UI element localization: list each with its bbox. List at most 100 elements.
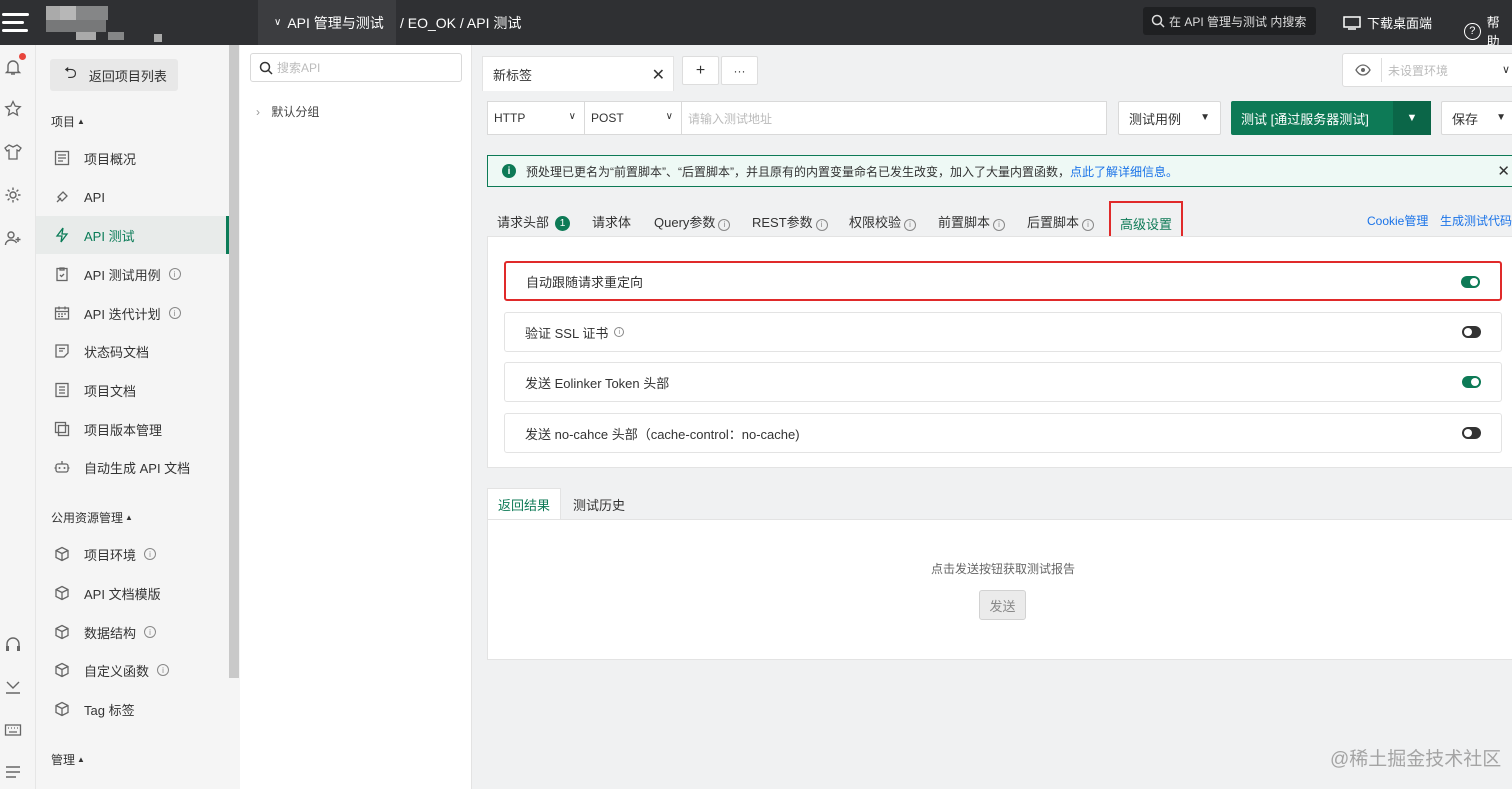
tab-request-headers[interactable]: 请求头部 1 <box>497 212 571 231</box>
notice-link[interactable]: 点此了解详细信息。 <box>1070 163 1178 180</box>
run-test-button[interactable]: 测试 [通过服务器测试] ▼ <box>1231 101 1431 135</box>
save-button[interactable]: 保存 ▼ <box>1441 101 1512 135</box>
keyboard-icon[interactable] <box>4 721 22 739</box>
close-icon[interactable]: ✕ <box>1497 162 1510 180</box>
chevron-down-icon: ∨ <box>665 111 673 122</box>
sidebar-item-auto-generate-docs[interactable]: 自动生成 API 文档 <box>36 448 229 486</box>
add-tab-button[interactable]: + <box>682 56 719 85</box>
environment-select[interactable]: 未设置环境 ∨ <box>1342 53 1512 87</box>
doc-edit-icon <box>55 344 69 358</box>
tab-new[interactable]: 新标签 ✕ <box>482 56 674 91</box>
setting-label: 发送 no-cahce 头部（cache-control：no-cache) <box>525 426 800 442</box>
sidebar-item-project-env[interactable]: 项目环境 i <box>36 535 229 573</box>
eye-icon <box>1355 64 1371 76</box>
tab-post-script[interactable]: 后置脚本 i <box>1027 212 1095 231</box>
url-placeholder: 请输入测试地址 <box>688 111 773 126</box>
tab-result[interactable]: 返回结果 <box>487 488 562 520</box>
back-to-projects-button[interactable]: ⮌ 返回项目列表 <box>50 59 178 91</box>
generate-code-link[interactable]: 生成测试代码 <box>1440 212 1512 229</box>
menu-icon[interactable] <box>4 763 22 781</box>
result-panel: 点击发送按钮获取测试报告 发送 <box>487 519 1512 660</box>
info-icon[interactable]: i <box>1082 218 1095 231</box>
cookie-manage-link[interactable]: Cookie管理 <box>1367 212 1428 229</box>
info-icon[interactable]: i <box>718 218 731 231</box>
sidebar-item-status-code-docs[interactable]: 状态码文档 <box>36 332 229 370</box>
sidebar-item-tags[interactable]: Tag 标签 <box>36 690 229 728</box>
caret-down-icon: ▼ <box>1200 112 1210 123</box>
sidebar-item-api-test[interactable]: API 测试 <box>36 216 229 254</box>
clipboard-icon <box>56 267 68 282</box>
headset-icon[interactable] <box>4 635 22 653</box>
shirt-icon[interactable] <box>4 143 22 161</box>
sidebar-item-api-test-cases[interactable]: API 测试用例 i <box>36 255 229 293</box>
info-icon[interactable]: i <box>144 626 157 638</box>
api-search-placeholder: 搜索API <box>277 61 321 75</box>
info-icon[interactable]: i <box>168 307 181 319</box>
setting-row-no-cache: 发送 no-cahce 头部（cache-control：no-cache) <box>504 413 1502 453</box>
run-test-dropdown[interactable]: ▼ <box>1393 101 1431 135</box>
sidebar-item-api[interactable]: API <box>36 178 229 216</box>
info-icon[interactable]: i <box>157 664 170 676</box>
bell-icon[interactable] <box>4 58 22 76</box>
sidebar-item-project-docs[interactable]: 项目文档 <box>36 371 229 409</box>
tab-auth[interactable]: 权限校验 i <box>849 212 917 231</box>
info-icon[interactable]: i <box>144 548 157 560</box>
download-desktop-button[interactable]: 下载桌面端 <box>1343 13 1432 32</box>
sidebar-item-api-iteration-plan[interactable]: API 迭代计划 i <box>36 294 229 332</box>
advanced-settings-panel: 自动跟随请求重定向 验证 SSL 证书 i 发送 Eolinker Token … <box>487 236 1512 468</box>
project-switcher[interactable]: ∨ API 管理与测试 <box>258 0 396 45</box>
star-icon[interactable] <box>4 100 22 118</box>
gear-icon[interactable] <box>4 186 22 204</box>
tree-group-default[interactable]: › 默认分组 <box>256 103 319 120</box>
toggle-switch[interactable] <box>1462 427 1481 439</box>
test-case-button[interactable]: 测试用例 ▼ <box>1118 101 1221 135</box>
sidebar-scrollbar[interactable] <box>229 45 239 678</box>
toggle-switch[interactable] <box>1462 376 1481 388</box>
run-test-label: 测试 [通过服务器测试] <box>1241 111 1369 127</box>
sidebar-item-label: API 文档模版 <box>84 586 161 602</box>
app-logo[interactable] <box>0 0 36 45</box>
url-input[interactable]: 请输入测试地址 <box>682 102 1106 134</box>
cube-icon <box>55 662 69 678</box>
sidebar-item-label: 状态码文档 <box>84 344 150 360</box>
more-tabs-button[interactable]: ··· <box>721 56 758 85</box>
send-button[interactable]: 发送 <box>979 590 1026 620</box>
info-icon[interactable]: i <box>904 218 917 231</box>
tab-pre-script[interactable]: 前置脚本 i <box>938 212 1006 231</box>
api-search-input[interactable]: 搜索API <box>250 53 462 82</box>
chevron-down-icon: ∨ <box>568 111 576 122</box>
tab-label: Query参数 <box>654 215 716 230</box>
info-icon[interactable]: i <box>815 218 828 231</box>
sidebar-item-data-structure[interactable]: 数据结构 i <box>36 613 229 651</box>
section-project-title[interactable]: 项目 ▲ <box>51 113 85 130</box>
info-icon[interactable]: i <box>168 268 181 280</box>
close-icon[interactable]: ✕ <box>652 65 665 85</box>
protocol-select[interactable]: HTTP ∨ <box>488 102 585 134</box>
global-search-input[interactable]: 在 API 管理与测试 内搜索 <box>1143 7 1316 35</box>
info-icon[interactable]: i <box>614 327 625 337</box>
tab-history[interactable]: 测试历史 <box>573 488 625 520</box>
section-public-resources-title[interactable]: 公用资源管理 ▲ <box>51 509 133 526</box>
caret-down-icon: ▼ <box>1496 112 1506 123</box>
cube-icon <box>55 701 69 717</box>
toggle-switch[interactable] <box>1461 276 1480 288</box>
watermark: @稀土掘金技术社区 <box>1330 749 1502 770</box>
notice-banner: i 预处理已更名为“前置脚本”、“后置脚本”，并且原有的内置变量命名已发生改变，… <box>487 155 1512 187</box>
collapse-icon[interactable] <box>4 678 22 696</box>
method-select[interactable]: POST ∨ <box>585 102 682 134</box>
tab-query-params[interactable]: Query参数 i <box>654 212 731 231</box>
toggle-switch[interactable] <box>1462 326 1481 338</box>
chevron-down-icon: ∨ <box>274 17 282 28</box>
sidebar-item-api-doc-template[interactable]: API 文档模版 <box>36 574 229 612</box>
tab-label: 权限校验 <box>849 215 902 230</box>
info-icon[interactable]: i <box>993 218 1006 231</box>
section-manage-title[interactable]: 管理 ▲ <box>51 751 85 768</box>
add-member-icon[interactable] <box>4 229 22 247</box>
top-bar: ∨ API 管理与测试 / EO_OK / API 测试 在 API 管理与测试… <box>0 0 1512 49</box>
tab-rest-params[interactable]: REST参数 i <box>752 212 828 231</box>
tab-request-body[interactable]: 请求体 <box>592 212 631 231</box>
request-bar: HTTP ∨ POST ∨ 请输入测试地址 <box>487 101 1107 135</box>
sidebar-item-version-management[interactable]: 项目版本管理 <box>36 410 229 448</box>
sidebar-item-custom-functions[interactable]: 自定义函数 i <box>36 651 229 689</box>
sidebar-item-project-overview[interactable]: 项目概况 <box>36 139 229 177</box>
